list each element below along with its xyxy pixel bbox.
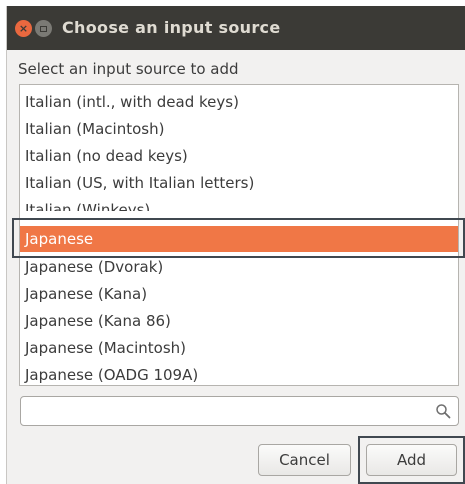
cancel-button[interactable]: Cancel xyxy=(258,444,351,476)
search-icon xyxy=(436,404,451,419)
minimize-icon xyxy=(40,25,47,32)
list-item[interactable]: Japanese (Kana 86) xyxy=(20,308,458,334)
input-source-list[interactable]: Italian (intl., with dead keys) Italian … xyxy=(19,84,459,386)
list-item-selected[interactable]: Japanese xyxy=(20,226,458,252)
list-item[interactable]: Italian (Macintosh) xyxy=(20,116,458,142)
search-input[interactable] xyxy=(20,396,459,426)
list-item[interactable]: Italian (US, with Italian letters) xyxy=(20,170,458,196)
close-icon: × xyxy=(18,22,29,35)
list-item[interactable]: Japanese (Macintosh) xyxy=(20,335,458,361)
list-item[interactable]: Japanese (OADG 109A) xyxy=(20,362,458,385)
list-item[interactable]: Italian (no dead keys) xyxy=(20,143,458,169)
prompt-label: Select an input source to add xyxy=(18,60,239,78)
list-item[interactable]: Japanese (Kana) xyxy=(20,281,458,307)
window-title: Choose an input source xyxy=(62,18,281,37)
list-item[interactable]: Japanese (Dvorak) xyxy=(20,254,458,280)
title-bar: × Choose an input source xyxy=(7,6,465,50)
minimize-window-button[interactable] xyxy=(35,20,52,37)
add-button[interactable]: Add xyxy=(366,444,457,476)
close-window-button[interactable]: × xyxy=(15,20,32,37)
list-item[interactable]: Italian (intl., with dead keys) xyxy=(20,89,458,115)
list-item[interactable]: Italian (Winkeys) xyxy=(20,197,458,211)
